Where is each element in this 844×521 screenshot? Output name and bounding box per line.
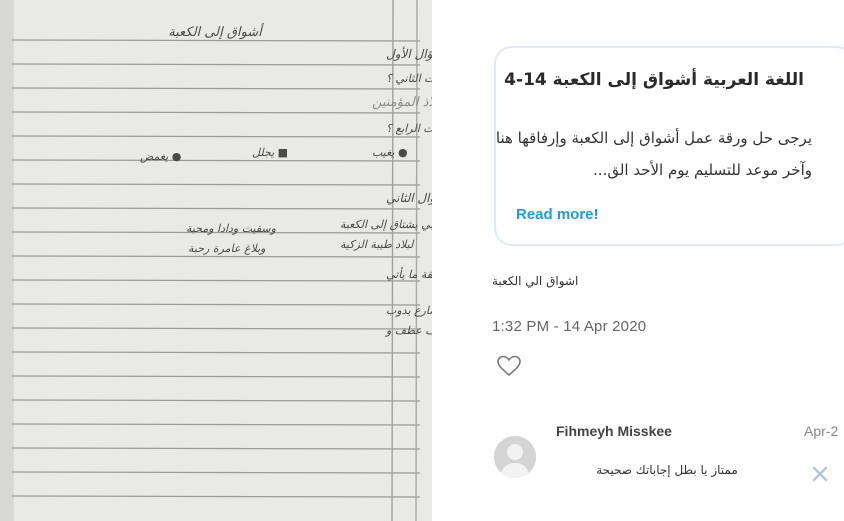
comment-text: ممتاز يا بطل إجاباتك صحيحة [596,463,738,477]
hw-option-1: ● يغيب [372,146,408,159]
hw-q2-left-1: وسقيت ودادا ومحبة [186,222,276,235]
assignment-card[interactable]: اللغة العربية أشواق إلى الكعبة 14-4 يرجى… [494,46,844,246]
hw-q1-line1: ١. بم وصف الشاعر مكة في البيت الثاني ؟ [386,72,432,85]
assignment-title: اللغة العربية أشواق إلى الكعبة 14-4 [504,70,804,90]
hw-q1-heading: السؤال الأول [386,46,432,61]
post-caption: اشواق الي الكعبة [492,274,579,288]
default-user-icon [494,436,536,478]
hw-q3-heading: استخرج من الأبيات السابقة ما يأتي [386,266,432,281]
close-x-icon[interactable] [810,464,830,484]
notebook-page-image: أشواق إلى الكعبة السؤال الأول ١. بم وصف … [0,0,432,521]
hw-q2-right-2: لبلاد طيبة الزكية [340,238,415,251]
read-more-link[interactable]: Read more! [516,206,599,223]
post-timestamp: 1:32 PM - 14 Apr 2020 [492,318,647,335]
comment-date: Apr-2 [804,423,839,439]
commenter-avatar[interactable] [494,436,536,478]
post-panel: اللغة العربية أشواق إلى الكعبة 14-4 يرجى… [432,0,844,521]
hw-q2-right-1: قلبي يشتاق إلى الكعبة [340,218,432,231]
attached-photo[interactable]: أشواق إلى الكعبة السؤال الأول ١. بم وصف … [0,0,432,521]
comment-author[interactable]: Fihmeyh Misskee [556,423,672,439]
hw-q3-item1: أ. فعل مضارع يدوب [386,303,432,317]
hw-q1-line2: ٢. ما معنى كلمة يغمر في البيت الرابع ؟ [386,122,432,135]
hw-option-3: ● يغمض [140,150,181,163]
hw-q2-heading: السؤال الثاني [386,191,432,205]
hw-q1-answer: وصفها بأنها بلد مبارك ملاذ المؤمنين [372,92,432,110]
heart-outline-icon[interactable] [496,354,522,378]
hw-title: أشواق إلى الكعبة [168,23,264,40]
hw-q3-item2: ب. حرف عطف و [384,324,432,337]
hw-q2-left-2: وبلاغ عامرة رحبة [188,242,265,255]
assignment-description: يرجى حل ورقة عمل أشواق إلى الكعبة وإرفاق… [495,129,812,179]
hw-option-2: ■ يجلل [252,146,288,159]
